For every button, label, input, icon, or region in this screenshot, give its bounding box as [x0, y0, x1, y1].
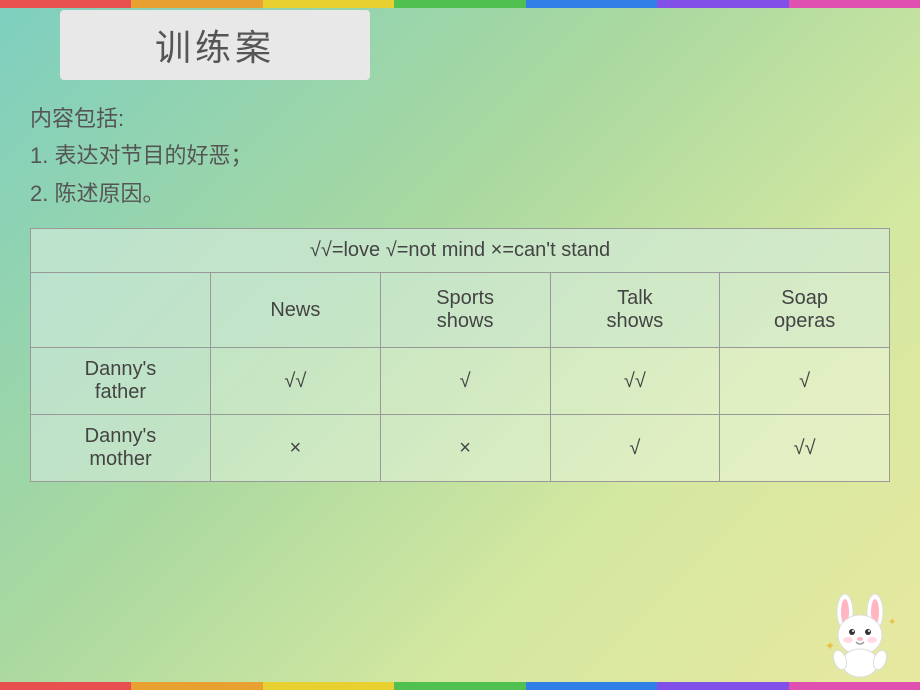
- father-talk: √√: [550, 348, 720, 415]
- main-table: √√=love √=not mind ×=can't stand News Sp…: [30, 228, 890, 482]
- father-news: √√: [211, 348, 381, 415]
- mother-soap: √√: [720, 415, 890, 482]
- intro-line1: 1. 表达对节目的好恶；: [30, 137, 890, 174]
- mother-sports: ×: [380, 415, 550, 482]
- bar-purple: [657, 0, 788, 8]
- label-father: Danny'sfather: [31, 348, 211, 415]
- svg-text:✦: ✦: [825, 639, 835, 653]
- bottom-bar-yellow: [263, 682, 394, 690]
- header-row: News Sportsshows Talkshows Soapoperas: [31, 273, 890, 348]
- bar-orange: [131, 0, 262, 8]
- father-soap: √: [720, 348, 890, 415]
- header-news: News: [211, 273, 381, 348]
- legend-row: √√=love √=not mind ×=can't stand: [31, 229, 890, 273]
- intro-line0: 内容包括:: [30, 100, 890, 137]
- bunny-svg: ✦ ✦: [820, 590, 900, 680]
- father-sports: √: [380, 348, 550, 415]
- bar-green: [394, 0, 525, 8]
- bottom-bar-orange: [131, 682, 262, 690]
- bottom-bar-pink: [789, 682, 920, 690]
- content-area: 内容包括: 1. 表达对节目的好恶； 2. 陈述原因。 √√=love √=no…: [30, 100, 890, 482]
- bar-red: [0, 0, 131, 8]
- bottom-bar-purple: [657, 682, 788, 690]
- title-box: 训练案: [60, 10, 370, 80]
- bottom-color-bars: [0, 682, 920, 690]
- header-empty: [31, 273, 211, 348]
- bar-pink: [789, 0, 920, 8]
- bottom-bar-blue: [526, 682, 657, 690]
- page-title: 训练案: [155, 19, 275, 71]
- bottom-bar-green: [394, 682, 525, 690]
- bar-yellow: [263, 0, 394, 8]
- mother-news: ×: [211, 415, 381, 482]
- mother-talk: √: [550, 415, 720, 482]
- table-row-father: Danny'sfather √√ √ √√ √: [31, 348, 890, 415]
- bottom-bar-red: [0, 682, 131, 690]
- table-row-mother: Danny'smother × × √ √√: [31, 415, 890, 482]
- bunny-character: ✦ ✦: [820, 590, 900, 680]
- header-talk: Talkshows: [550, 273, 720, 348]
- intro-text: 内容包括: 1. 表达对节目的好恶； 2. 陈述原因。: [30, 100, 890, 212]
- header-soap: Soapoperas: [720, 273, 890, 348]
- header-sports: Sportsshows: [380, 273, 550, 348]
- legend-cell: √√=love √=not mind ×=can't stand: [31, 229, 890, 273]
- bar-blue: [526, 0, 657, 8]
- top-color-bars: [0, 0, 920, 8]
- label-mother: Danny'smother: [31, 415, 211, 482]
- intro-line2: 2. 陈述原因。: [30, 175, 890, 212]
- svg-text:✦: ✦: [888, 617, 896, 628]
